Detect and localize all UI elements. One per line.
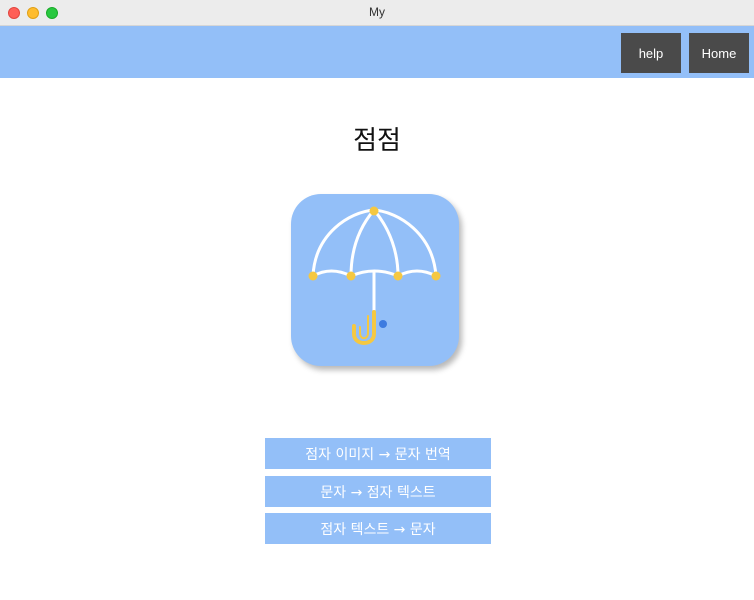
page-title: 점점 — [353, 126, 401, 156]
app-window: My help Home 점점 점자 이미지 → 문자 번역 문자 → 점자 텍… — [0, 0, 754, 600]
home-button[interactable]: Home — [689, 33, 749, 73]
app-header: help Home — [0, 26, 754, 78]
umbrella-braille-icon — [291, 194, 459, 366]
image-to-text-button[interactable]: 점자 이미지 → 문자 번역 — [265, 438, 491, 469]
help-button[interactable]: help — [621, 33, 681, 73]
window-title: My — [369, 5, 385, 19]
title-bar: My — [0, 0, 754, 26]
text-to-braille-button[interactable]: 문자 → 점자 텍스트 — [265, 476, 491, 507]
braille-to-text-button[interactable]: 점자 텍스트 → 문자 — [265, 513, 491, 544]
